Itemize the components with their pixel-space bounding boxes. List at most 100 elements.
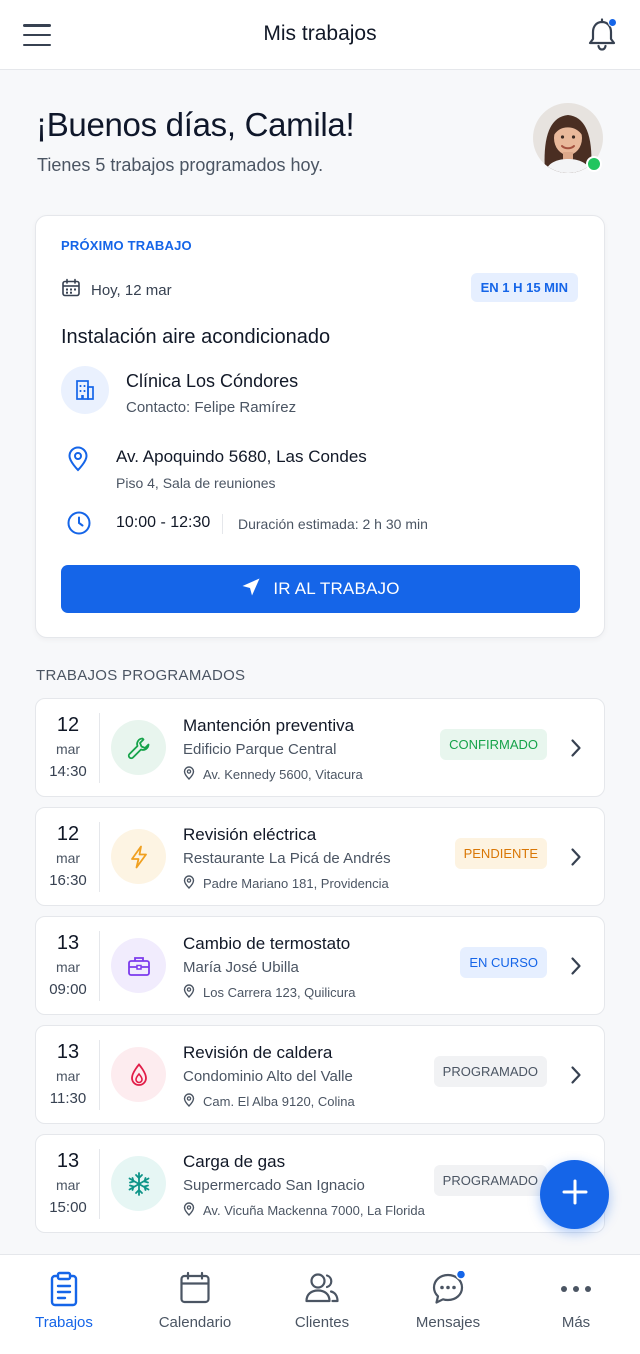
eta-badge: EN 1 H 15 MIN <box>470 273 578 302</box>
job-title: Revisión de caldera <box>183 1043 333 1062</box>
go-to-job-label: IR AL TRABAJO <box>273 579 400 598</box>
job-address-row: Av. Vicuña Mackenna 7000, La Florida <box>183 1202 425 1219</box>
status-badge: CONFIRMADO <box>440 729 547 760</box>
nav-item-calendario[interactable]: Calendario <box>131 1255 259 1354</box>
job-address-row: Cam. El Alba 9120, Colina <box>183 1093 355 1110</box>
job-hour: 11:30 <box>49 1090 87 1107</box>
status-badge: PENDIENTE <box>454 838 547 869</box>
divider <box>222 514 223 534</box>
job-duration: Duración estimada: 2 h 30 min <box>238 516 428 532</box>
chat-icon <box>384 1271 512 1307</box>
top-app-bar: Mis trabajos <box>0 0 640 70</box>
online-status-dot <box>586 156 602 172</box>
user-avatar[interactable] <box>533 103 603 173</box>
divider <box>99 713 100 783</box>
nav-item-trabajos[interactable]: Trabajos <box>0 1255 128 1354</box>
job-address-row: Los Carrera 123, Quilicura <box>183 984 355 1001</box>
clock-icon <box>66 510 92 541</box>
greeting-title: ¡Buenos días, Camila! <box>36 106 355 143</box>
location-pin-icon <box>183 1202 195 1219</box>
chevron-right-icon <box>570 956 582 981</box>
nav-label: Más <box>561 1314 591 1331</box>
location-pin-icon <box>66 446 90 477</box>
chevron-right-icon <box>570 738 582 763</box>
building-icon <box>61 366 109 414</box>
nav-item-clientes[interactable]: Clientes <box>258 1255 386 1354</box>
job-list-item[interactable]: 13 mar 09:00 Cambio de termostato María … <box>35 916 605 1015</box>
job-list-item[interactable]: 12 mar 16:30 Revisión eléctrica Restaura… <box>35 807 605 906</box>
job-title: Mantención preventiva <box>183 716 355 735</box>
status-badge: EN CURSO <box>460 947 547 978</box>
next-job-label: PRÓXIMO TRABAJO <box>61 238 192 253</box>
job-list-item[interactable]: 12 mar 14:30 Mantención preventiva Edifi… <box>35 698 605 797</box>
job-address: Cam. El Alba 9120, Colina <box>203 1094 355 1109</box>
nav-label: Clientes <box>294 1314 350 1331</box>
job-day: 13 <box>56 1150 80 1172</box>
job-address: Av. Vicuña Mackenna 7000, La Florida <box>203 1203 425 1218</box>
job-hour: 09:00 <box>49 981 87 998</box>
job-address[interactable]: Av. Apoquindo 5680, Las Condes <box>116 447 367 467</box>
job-address-row: Padre Mariano 181, Providencia <box>183 875 389 892</box>
greeting-subtitle: Tienes 5 trabajos programados hoy. <box>37 155 324 175</box>
navigation-arrow-icon <box>241 577 261 602</box>
page-title: Mis trabajos <box>263 22 377 45</box>
job-address: Los Carrera 123, Quilicura <box>203 985 356 1000</box>
job-month: mar <box>55 1068 81 1084</box>
divider <box>99 1149 100 1219</box>
nav-item-mensajes[interactable]: Mensajes <box>384 1255 512 1354</box>
divider <box>99 931 100 1001</box>
location-pin-icon <box>183 766 195 783</box>
location-pin-icon <box>183 1093 195 1110</box>
job-address-detail: Piso 4, Sala de reuniones <box>116 475 276 491</box>
notification-dot <box>608 18 617 27</box>
job-client: Edificio Parque Central <box>183 741 337 758</box>
clipboard-icon <box>0 1271 128 1307</box>
job-month: mar <box>55 850 81 866</box>
job-day: 12 <box>56 714 80 736</box>
job-address-row: Av. Kennedy 5600, Vitacura <box>183 766 363 783</box>
job-time: 10:00 - 12:30 <box>116 514 211 531</box>
job-day: 13 <box>56 1041 80 1063</box>
job-day: 12 <box>56 823 80 845</box>
next-job-title: Instalación aire acondicionado <box>61 326 331 348</box>
job-client: Condominio Alto del Valle <box>183 1068 353 1085</box>
job-hour: 16:30 <box>49 872 87 889</box>
bolt-icon <box>111 829 166 884</box>
job-title: Revisión eléctrica <box>183 825 317 844</box>
nav-label: Mensajes <box>415 1314 481 1331</box>
nav-item-mas[interactable]: Más <box>512 1255 640 1354</box>
go-to-job-button[interactable]: IR AL TRABAJO <box>61 565 580 613</box>
job-list-item[interactable]: 13 mar 11:30 Revisión de caldera Condomi… <box>35 1025 605 1124</box>
location-pin-icon <box>183 875 195 892</box>
calendar-icon <box>131 1271 259 1307</box>
client-contact: Contacto: Felipe Ramírez <box>126 399 297 416</box>
chevron-right-icon <box>570 847 582 872</box>
client-name[interactable]: Clínica Los Cóndores <box>126 371 298 392</box>
divider <box>99 822 100 892</box>
job-title: Cambio de termostato <box>183 934 351 953</box>
bottom-navigation: Trabajos Calendario Clientes Mensajes Má… <box>0 1254 640 1354</box>
users-icon <box>258 1271 386 1307</box>
divider <box>99 1040 100 1110</box>
location-pin-icon <box>183 984 195 1001</box>
nav-label: Trabajos <box>35 1314 93 1331</box>
job-month: mar <box>55 741 81 757</box>
job-client: Supermercado San Ignacio <box>183 1177 365 1194</box>
notifications-bell-icon[interactable] <box>586 18 618 52</box>
calendar-icon <box>61 278 81 302</box>
add-job-button[interactable] <box>540 1160 609 1229</box>
more-icon <box>512 1271 640 1307</box>
job-client: Restaurante La Picá de Andrés <box>183 850 391 867</box>
next-job-date: Hoy, 12 mar <box>61 278 172 302</box>
flame-drop-icon <box>111 1047 166 1102</box>
chevron-right-icon <box>570 1065 582 1090</box>
scheduled-jobs-heading: TRABAJOS PROGRAMADOS <box>36 667 246 684</box>
status-badge: PROGRAMADO <box>433 1165 547 1196</box>
job-month: mar <box>55 959 81 975</box>
job-client: María José Ubilla <box>183 959 299 976</box>
job-day: 13 <box>56 932 80 954</box>
wrench-icon <box>111 720 166 775</box>
next-job-date-text: Hoy, 12 mar <box>91 281 172 299</box>
job-list-item[interactable]: 13 mar 15:00 Carga de gas Supermercado S… <box>35 1134 605 1233</box>
job-hour: 15:00 <box>49 1199 87 1216</box>
